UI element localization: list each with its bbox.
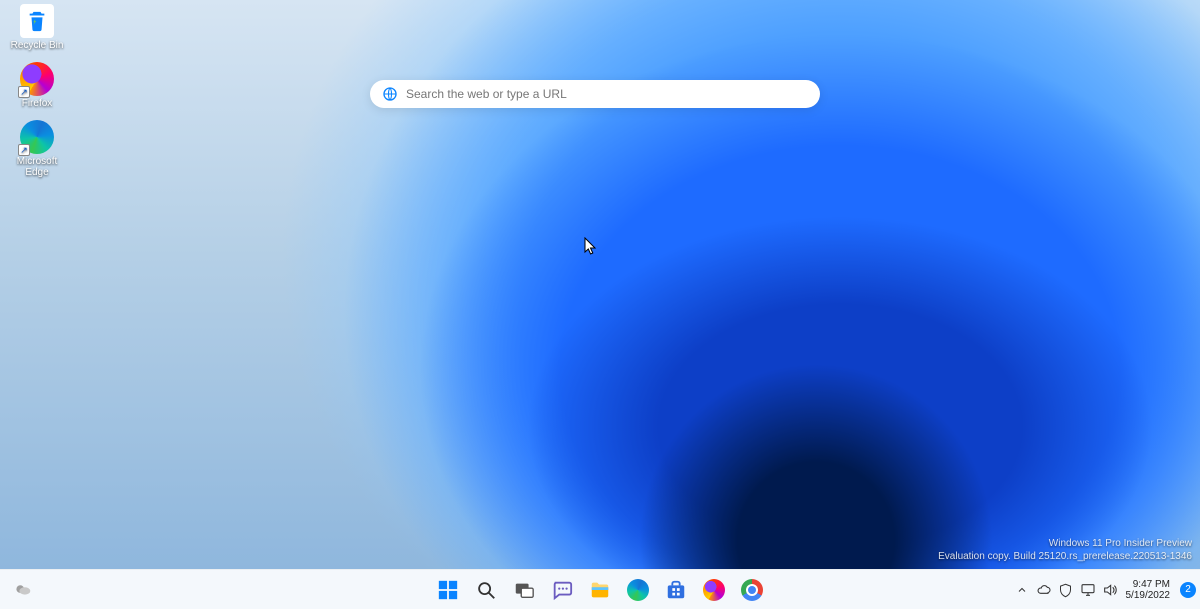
network-tray-icon[interactable] xyxy=(1080,582,1096,598)
desktop-icon-edge[interactable]: ↗ Microsoft Edge xyxy=(6,120,68,178)
shortcut-arrow-icon: ↗ xyxy=(18,144,30,156)
onedrive-tray-icon[interactable] xyxy=(1036,582,1052,598)
edge-icon: ↗ xyxy=(20,120,54,154)
firefox-button[interactable] xyxy=(697,573,731,607)
desktop-icon-label: Microsoft Edge xyxy=(17,156,58,178)
globe-search-icon xyxy=(382,86,398,102)
taskbar-search-button[interactable] xyxy=(469,573,503,607)
monitor-icon xyxy=(1080,582,1096,598)
chat-button[interactable] xyxy=(545,573,579,607)
clock-date: 5/19/2022 xyxy=(1126,590,1171,601)
tray-overflow-button[interactable] xyxy=(1014,582,1030,598)
taskbar-pinned-apps xyxy=(431,573,769,607)
desktop-icon-label: Recycle Bin xyxy=(11,40,64,51)
windows-logo-icon xyxy=(437,579,459,601)
start-button[interactable] xyxy=(431,573,465,607)
desktop-icon-firefox[interactable]: ↗ Firefox xyxy=(6,62,68,109)
desktop-icon-recycle-bin[interactable]: Recycle Bin xyxy=(6,4,68,51)
desktop-search-bar[interactable] xyxy=(370,80,820,108)
edge-icon xyxy=(627,579,649,601)
cloud-icon xyxy=(1036,582,1052,598)
notification-badge[interactable]: 2 xyxy=(1180,582,1196,598)
windows-security-tray-icon[interactable] xyxy=(1058,582,1074,598)
taskbar: 9:47 PM 5/19/2022 2 xyxy=(0,569,1200,609)
shield-icon xyxy=(1058,583,1073,598)
folder-icon xyxy=(589,579,611,601)
shortcut-arrow-icon: ↗ xyxy=(18,86,30,98)
mouse-cursor xyxy=(584,237,598,255)
microsoft-store-button[interactable] xyxy=(659,573,693,607)
task-view-button[interactable] xyxy=(507,573,541,607)
chevron-up-icon xyxy=(1016,584,1028,596)
taskbar-clock[interactable]: 9:47 PM 5/19/2022 xyxy=(1124,579,1173,601)
store-icon xyxy=(665,579,687,601)
widgets-button[interactable] xyxy=(6,573,40,607)
desktop-icon-label: Firefox xyxy=(22,98,53,109)
build-watermark: Windows 11 Pro Insider Preview Evaluatio… xyxy=(938,537,1192,563)
desktop[interactable]: Recycle Bin ↗ Firefox ↗ Microsoft Edge W… xyxy=(0,0,1200,569)
volume-tray-icon[interactable] xyxy=(1102,582,1118,598)
system-tray: 9:47 PM 5/19/2022 2 xyxy=(1014,570,1197,610)
weather-icon xyxy=(12,579,34,601)
speaker-icon xyxy=(1102,582,1118,598)
edge-button[interactable] xyxy=(621,573,655,607)
chrome-icon xyxy=(741,579,763,601)
chrome-button[interactable] xyxy=(735,573,769,607)
search-icon xyxy=(475,579,497,601)
file-explorer-button[interactable] xyxy=(583,573,617,607)
desktop-search-input[interactable] xyxy=(406,87,808,101)
firefox-icon xyxy=(703,579,725,601)
recycle-bin-icon xyxy=(20,4,54,38)
chat-icon xyxy=(551,579,573,601)
firefox-icon: ↗ xyxy=(20,62,54,96)
clock-time: 9:47 PM xyxy=(1126,579,1171,590)
task-view-icon xyxy=(513,579,535,601)
